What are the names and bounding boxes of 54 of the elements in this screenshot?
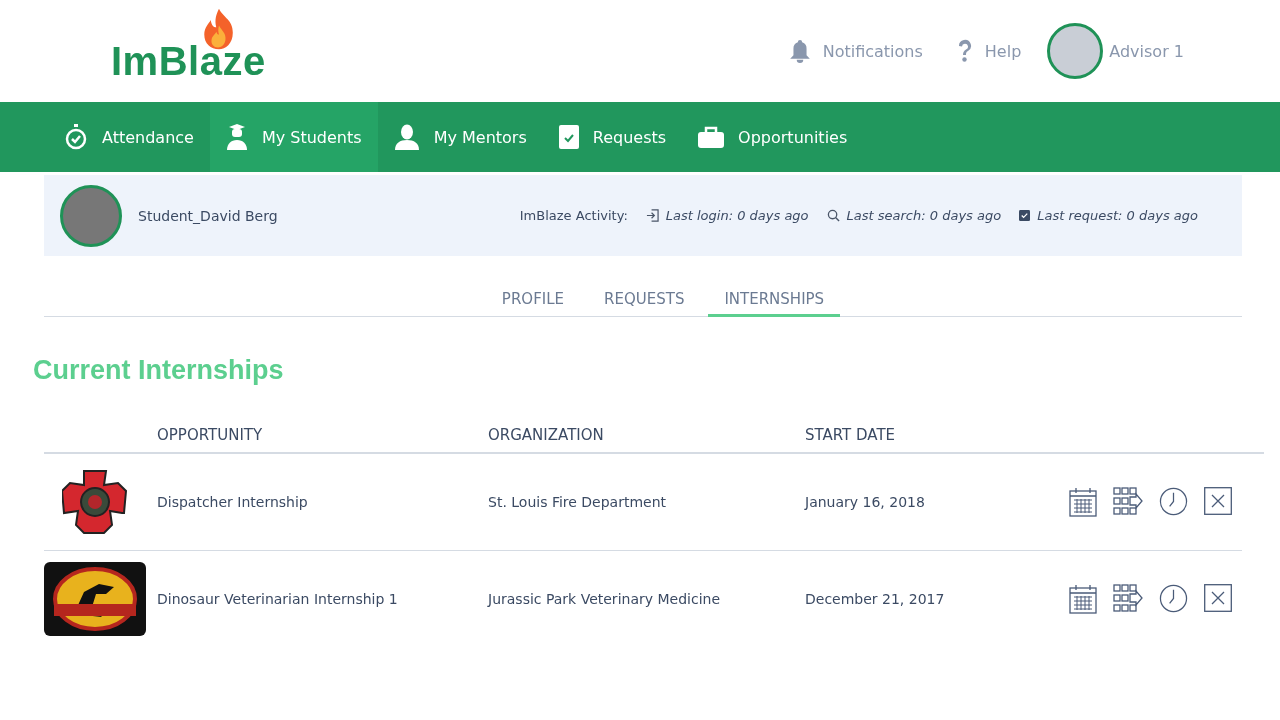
- organization-name: St. Louis Fire Department: [488, 494, 668, 510]
- remove-button[interactable]: [1204, 487, 1232, 517]
- tab[interactable]: INTERNSHIPS: [708, 288, 841, 317]
- section-title: Current Internships: [33, 355, 285, 386]
- nav-item[interactable]: My Students: [209, 102, 378, 172]
- calendar-icon: [1069, 487, 1097, 517]
- help-link[interactable]: Help: [956, 39, 1022, 63]
- grid-arrow-icon: [1113, 487, 1143, 515]
- column-header: START DATE: [805, 426, 897, 444]
- user-name[interactable]: Advisor 1: [1109, 41, 1184, 61]
- close-icon: [1204, 584, 1232, 612]
- nav-item[interactable]: My Mentors: [377, 102, 543, 172]
- calendar-button[interactable]: [1069, 584, 1097, 614]
- search-icon: [826, 209, 840, 222]
- checkbox-icon: [1019, 210, 1031, 221]
- student-name: Student_David Berg: [138, 207, 278, 224]
- start-date: January 16, 2018: [805, 494, 926, 510]
- calendar-icon: [1069, 584, 1097, 614]
- nav-item[interactable]: Attendance: [48, 102, 210, 172]
- login-icon: [645, 209, 659, 222]
- bell-icon: [788, 39, 811, 63]
- checkbox-icon: [558, 125, 579, 149]
- column-header: OPPORTUNITY: [157, 426, 264, 444]
- nav-item[interactable]: Requests: [542, 102, 683, 172]
- stopwatch-icon: [64, 124, 88, 150]
- fire-badge-logo: [62, 469, 128, 535]
- notifications-link[interactable]: Notifications: [788, 39, 923, 63]
- tab[interactable]: REQUESTS: [588, 288, 701, 317]
- clock-icon: [1159, 584, 1188, 613]
- calendar-button[interactable]: [1069, 487, 1097, 517]
- opportunity-name[interactable]: Dinosaur Veterinarian Internship 1: [157, 591, 488, 607]
- activity-text: Last search: 0 days ago: [846, 208, 1002, 223]
- opportunity-name[interactable]: Dispatcher Internship: [157, 494, 488, 510]
- grid-arrow-icon: [1113, 584, 1143, 612]
- nav-item[interactable]: Opportunities: [682, 102, 864, 172]
- grid-export-button[interactable]: [1113, 487, 1143, 517]
- activity-label: ImBlaze Activity:: [519, 208, 628, 223]
- close-icon: [1204, 487, 1232, 515]
- clock-icon: [1159, 487, 1188, 516]
- start-date: December 21, 2017: [805, 591, 946, 607]
- tab[interactable]: PROFILE: [485, 288, 581, 317]
- logo-wordmark[interactable]: ImBlaze: [111, 38, 266, 83]
- remove-button[interactable]: [1204, 584, 1232, 614]
- activity-text: Last login: 0 days ago: [665, 208, 809, 223]
- activity-text: Last request: 0 days ago: [1037, 208, 1198, 223]
- person-icon: [393, 124, 420, 150]
- grid-export-button[interactable]: [1113, 584, 1143, 614]
- column-header: ORGANIZATION: [488, 426, 605, 444]
- briefcase-icon: [698, 126, 725, 148]
- clock-button[interactable]: [1159, 487, 1188, 517]
- clock-button[interactable]: [1159, 584, 1188, 614]
- organization-name: Jurassic Park Veterinary Medicine: [488, 591, 721, 607]
- question-mark-icon: [956, 39, 973, 63]
- graduate-icon: [225, 124, 248, 150]
